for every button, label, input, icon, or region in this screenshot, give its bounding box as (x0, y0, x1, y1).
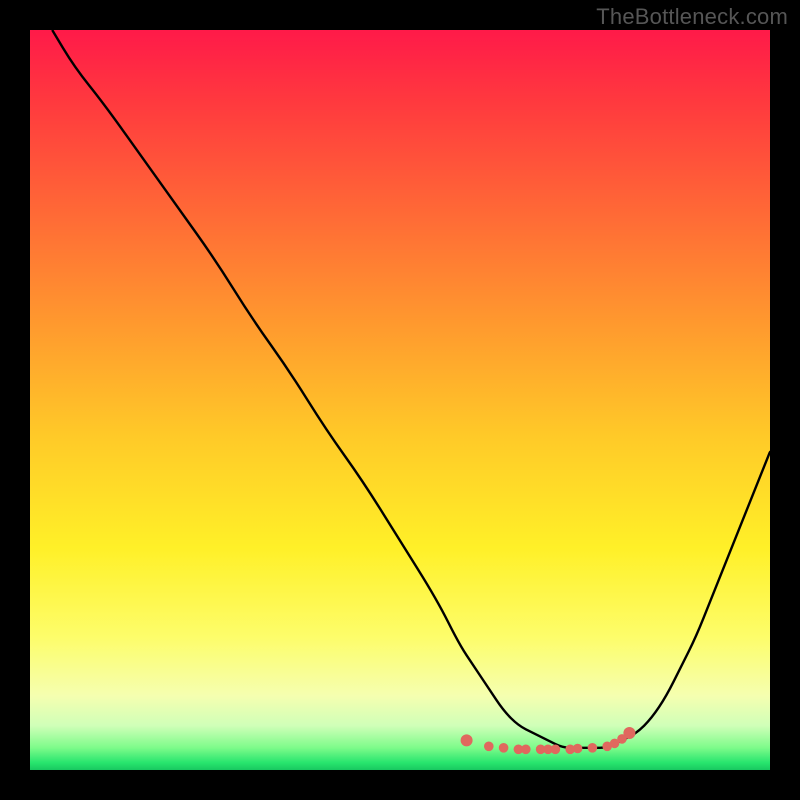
plot-area (30, 30, 770, 770)
attribution-text: TheBottleneck.com (596, 4, 788, 30)
heat-gradient (30, 30, 770, 770)
chart-frame: TheBottleneck.com (0, 0, 800, 800)
